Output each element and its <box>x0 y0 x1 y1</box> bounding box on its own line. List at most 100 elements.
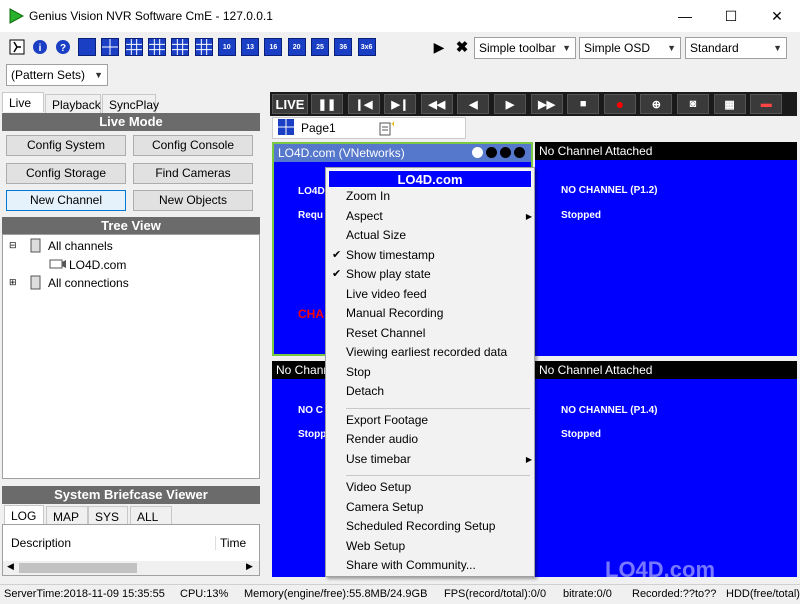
pattern-sets-value: (Pattern Sets) <box>11 68 86 82</box>
expand-icon[interactable]: ⊞ <box>9 277 17 288</box>
osd-mode-select[interactable]: Simple OSD ▼ <box>579 37 681 59</box>
new-page-icon[interactable]: ✦ <box>378 119 398 136</box>
tree-item-all-channels[interactable]: All channels <box>48 239 113 253</box>
profile-select[interactable]: Standard ▼ <box>685 37 787 59</box>
info-icon[interactable]: i <box>31 38 49 56</box>
layout-25-button[interactable]: 25 <box>311 38 329 56</box>
tree-item-all-connections[interactable]: All connections <box>48 276 129 290</box>
color-settings-icon[interactable]: ▬ <box>750 94 783 114</box>
scrollbar-thumb[interactable] <box>19 563 137 573</box>
tab-syncplay[interactable]: SyncPlay <box>102 94 159 114</box>
layout-8-button[interactable] <box>171 38 190 56</box>
tab-map[interactable]: MAP <box>46 506 88 526</box>
menu-item-aspect[interactable]: Aspect ▶ <box>346 209 532 227</box>
minimize-button[interactable]: — <box>662 0 708 32</box>
exit-icon[interactable] <box>8 38 26 56</box>
tab-playback[interactable]: Playback <box>45 94 101 114</box>
video-cell-4[interactable]: No Channel Attached NO CHANNEL (P1.4) St… <box>535 361 797 582</box>
prev-frame-icon[interactable]: ❙◀ <box>347 94 380 114</box>
live-button[interactable]: LIVE <box>272 94 308 114</box>
layout-6-button[interactable] <box>124 38 143 56</box>
stop-icon[interactable]: ✖ <box>453 38 471 56</box>
menu-item-use-timebar[interactable]: Use timebar ▶ <box>346 452 532 470</box>
column-time[interactable]: Time <box>215 536 246 550</box>
menu-item-camera-setup[interactable]: Camera Setup <box>346 500 532 518</box>
play-icon[interactable]: ▶ <box>494 94 526 114</box>
menu-item-label: Web Setup <box>346 538 406 553</box>
scroll-left-icon[interactable]: ◀ <box>7 561 14 572</box>
cell-status: Stopped <box>561 429 601 440</box>
layout-20-button[interactable]: 20 <box>287 38 306 56</box>
layout-9-button[interactable] <box>194 38 213 56</box>
toolbar-mode-select[interactable]: Simple toolbar ▼ <box>474 37 576 59</box>
menu-item-zoom-in[interactable]: Zoom In <box>346 189 532 207</box>
menu-item-label: Show timestamp <box>346 247 435 262</box>
menu-item-stop[interactable]: Stop <box>346 365 532 383</box>
stop-icon[interactable]: ■ <box>567 94 600 114</box>
zoom-icon[interactable]: ⊕ <box>640 94 673 114</box>
briefcase-header: System Briefcase Viewer <box>2 486 260 504</box>
new-objects-button[interactable]: New Objects <box>133 190 253 211</box>
config-system-button[interactable]: Config System <box>6 135 126 156</box>
log-list: Description Time ◀ ▶ <box>2 524 260 576</box>
tab-all[interactable]: ALL <box>130 506 172 526</box>
layout-16-button[interactable]: 16 <box>264 38 283 56</box>
fast-forward-icon[interactable]: ▶▶ <box>530 94 563 114</box>
menu-item-render-audio[interactable]: Render audio <box>346 432 532 450</box>
layout-10-button[interactable]: 10 <box>217 38 236 56</box>
menu-item-show-play-state[interactable]: Show play state ✔ <box>332 267 532 285</box>
reverse-play-icon[interactable]: ◀ <box>457 94 490 114</box>
window-title: Genius Vision NVR Software CmE - 127.0.0… <box>29 9 273 23</box>
context-menu-title: LO4D.com <box>328 170 532 188</box>
tree-item-channel[interactable]: LO4D.com <box>69 258 126 272</box>
video-cell-2[interactable]: No Channel Attached NO CHANNEL (P1.2) St… <box>535 142 797 356</box>
menu-item-web-setup[interactable]: Web Setup <box>346 539 532 557</box>
find-cameras-button[interactable]: Find Cameras <box>133 163 253 184</box>
menu-item-share-with-community[interactable]: Share with Community... <box>346 558 532 576</box>
pause-icon[interactable]: ❚❚ <box>311 94 343 114</box>
grid-icon[interactable]: ▦ <box>713 94 746 114</box>
maximize-button[interactable]: ☐ <box>708 0 754 32</box>
menu-item-scheduled-recording-setup[interactable]: Scheduled Recording Setup <box>346 519 532 537</box>
config-storage-button[interactable]: Config Storage <box>6 163 126 184</box>
page-grid-icon <box>278 119 294 135</box>
menu-item-label: Render audio <box>346 432 419 446</box>
close-button[interactable]: ✕ <box>754 0 800 32</box>
menu-item-manual-recording[interactable]: Manual Recording <box>346 306 532 324</box>
tab-sys[interactable]: SYS <box>88 506 128 526</box>
menu-item-reset-channel[interactable]: Reset Channel <box>346 326 532 344</box>
collapse-icon[interactable]: ⊟ <box>9 240 17 251</box>
menu-item-live-video-feed[interactable]: Live video feed <box>346 287 532 305</box>
horizontal-scrollbar[interactable]: ◀ ▶ <box>3 561 259 575</box>
column-description[interactable]: Description <box>11 536 71 550</box>
new-channel-button[interactable]: New Channel <box>6 190 126 211</box>
record-icon[interactable]: ● <box>603 94 636 114</box>
pattern-sets-select[interactable]: (Pattern Sets) ▼ <box>6 64 108 86</box>
menu-item-viewing-earliest-recorded-data[interactable]: Viewing earliest recorded data <box>346 345 532 363</box>
play-icon[interactable]: ▶ <box>430 38 448 56</box>
layout-3x6-button[interactable]: 3x6 <box>357 38 376 56</box>
status-dot-icon <box>486 147 497 158</box>
next-frame-icon[interactable]: ▶❙ <box>384 94 417 114</box>
menu-item-export-footage[interactable]: Export Footage <box>346 413 532 431</box>
live-mode-header: Live Mode <box>2 113 260 131</box>
layout-7-button[interactable] <box>147 38 166 56</box>
layout-1-button[interactable] <box>78 38 96 56</box>
scroll-right-icon[interactable]: ▶ <box>246 561 253 572</box>
menu-item-show-timestamp[interactable]: Show timestamp ✔ <box>332 247 532 266</box>
layout-36-button[interactable]: 36 <box>334 38 353 56</box>
snapshot-icon[interactable]: ◙ <box>677 94 709 114</box>
menu-item-video-setup[interactable]: Video Setup <box>346 480 532 498</box>
menu-separator <box>346 407 530 409</box>
config-console-button[interactable]: Config Console <box>133 135 253 156</box>
svg-text:✦: ✦ <box>390 120 394 129</box>
tab-log[interactable]: LOG <box>4 505 44 525</box>
menu-item-detach[interactable]: Detach <box>346 384 532 402</box>
rewind-icon[interactable]: ◀◀ <box>420 94 453 114</box>
menu-item-actual-size[interactable]: Actual Size <box>346 228 532 246</box>
tab-live[interactable]: Live <box>2 92 44 112</box>
tab-page1[interactable]: Page1 <box>301 121 336 135</box>
layout-13-button[interactable]: 13 <box>241 38 260 56</box>
help-icon[interactable]: ? <box>54 38 72 56</box>
layout-4-button[interactable] <box>101 38 120 56</box>
